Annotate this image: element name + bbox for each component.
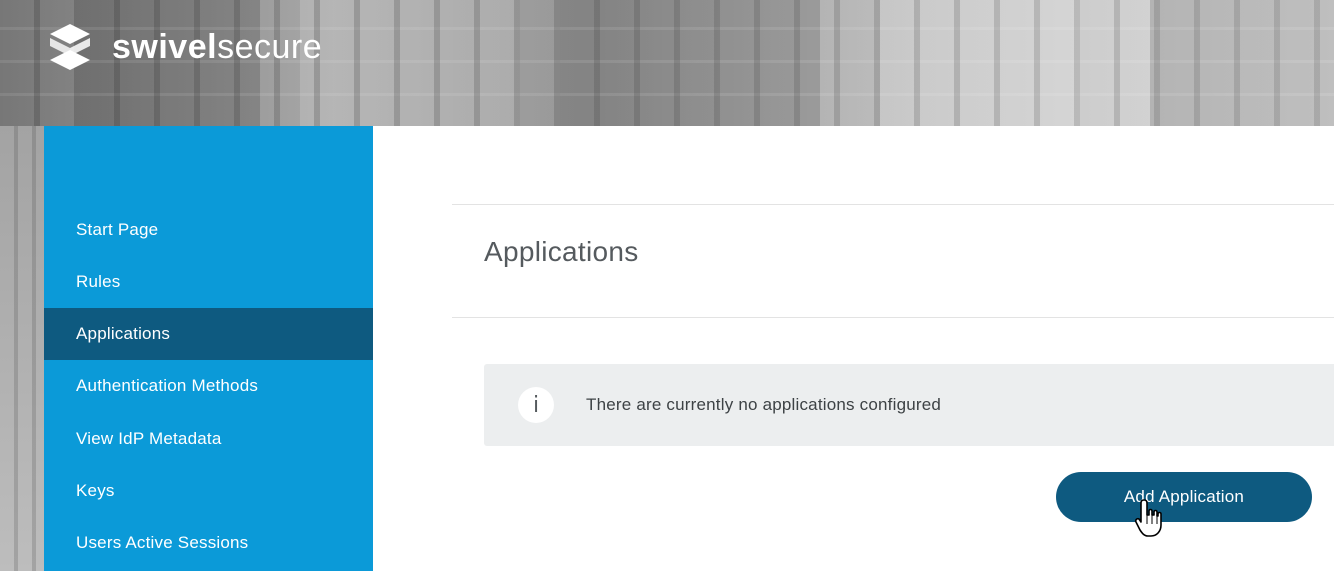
- sidebar-item-label: Start Page: [76, 220, 159, 239]
- brand-name: swivelsecure: [112, 30, 322, 64]
- sidebar-item-label: Applications: [76, 324, 171, 343]
- sidebar-item-rules[interactable]: Rules: [44, 256, 373, 308]
- add-application-button[interactable]: Add Application: [1056, 472, 1312, 522]
- sidebar-item-label: View IdP Metadata: [76, 429, 222, 448]
- sidebar-item-view-idp-metadata[interactable]: View IdP Metadata: [44, 413, 373, 465]
- hand-pointer-cursor-icon: [1134, 499, 1162, 537]
- sidebar-item-users-active-sessions[interactable]: Users Active Sessions: [44, 517, 373, 569]
- title-divider-top: [452, 204, 1334, 205]
- empty-state-notice: i There are currently no applications co…: [484, 364, 1334, 446]
- info-icon: i: [518, 387, 554, 423]
- sidebar-item-applications[interactable]: Applications: [44, 308, 373, 360]
- empty-state-message: There are currently no applications conf…: [586, 395, 942, 414]
- page-title: Applications: [484, 236, 639, 267]
- sidebar-item-keys[interactable]: Keys: [44, 465, 373, 517]
- sidebar-item-label: Users Active Sessions: [76, 533, 249, 552]
- brand-name-light: secure: [217, 28, 323, 66]
- sidebar-item-authentication-methods[interactable]: Authentication Methods: [44, 360, 373, 412]
- sidebar-item-label: Authentication Methods: [76, 376, 259, 395]
- header-banner: swivelsecure: [0, 0, 1334, 126]
- sidebar-item-label: Rules: [76, 272, 121, 291]
- brand-logo[interactable]: swivelsecure: [42, 22, 322, 72]
- brand-name-bold: swivel: [112, 28, 218, 66]
- swivelsecure-logo-icon: [50, 24, 90, 70]
- title-divider-bottom: [452, 317, 1334, 318]
- sidebar-item-label: Keys: [76, 481, 115, 500]
- sidebar-item-start-page[interactable]: Start Page: [44, 204, 373, 256]
- sidebar-nav: Start Page Rules Applications Authentica…: [44, 126, 373, 571]
- background-photo-strip: [0, 126, 44, 571]
